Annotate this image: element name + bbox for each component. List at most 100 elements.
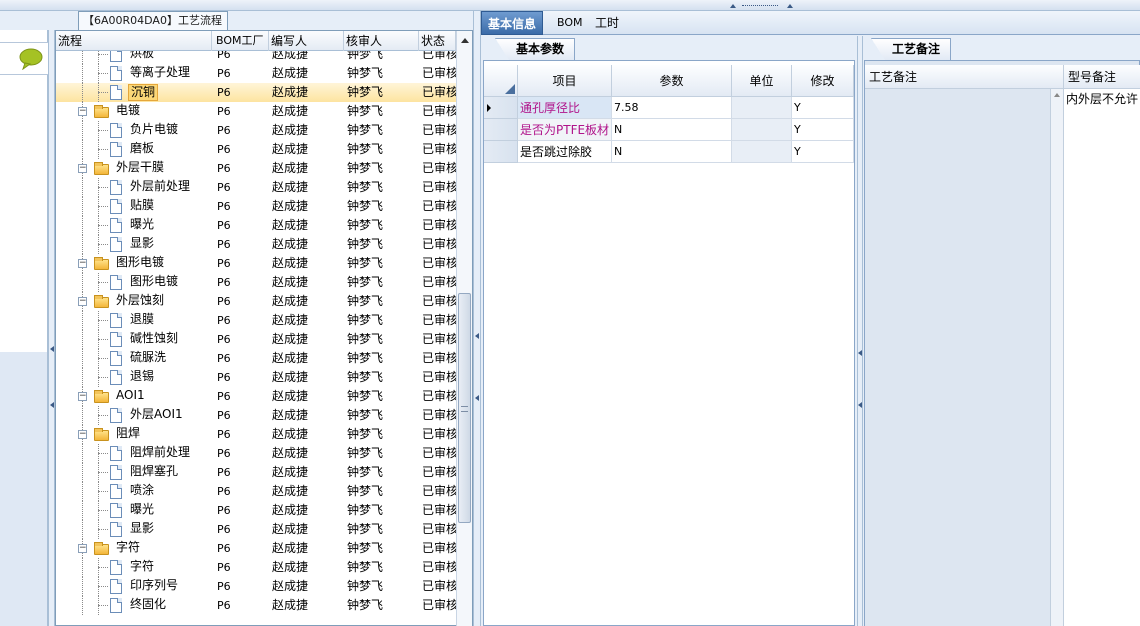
collapse-node-icon[interactable]: − bbox=[78, 430, 87, 439]
collapse-left-icon[interactable] bbox=[50, 346, 54, 352]
tree-step-row[interactable]: 曝光 P6 赵成捷 钟梦飞 已审核 bbox=[56, 216, 456, 235]
col-header-status[interactable]: 状态 bbox=[419, 31, 456, 51]
collapse-left-icon-2[interactable] bbox=[50, 402, 54, 408]
tree-step-row[interactable]: 显影 P6 赵成捷 钟梦飞 已审核 bbox=[56, 235, 456, 254]
tree-scrollbar[interactable] bbox=[456, 31, 472, 626]
tree-folder-row[interactable]: − 阻焊 P6 赵成捷 钟梦飞 已审核 bbox=[56, 425, 456, 444]
tree-step-row[interactable]: 硫脲洗 P6 赵成捷 钟梦飞 已审核 bbox=[56, 349, 456, 368]
param-modify-cell[interactable]: Y bbox=[792, 119, 854, 141]
status-cell: 已审核 bbox=[422, 142, 456, 156]
tree-step-row[interactable]: 磨板 P6 赵成捷 钟梦飞 已审核 bbox=[56, 140, 456, 159]
param-unit-cell[interactable] bbox=[732, 97, 792, 119]
col-header-process-note[interactable]: 工艺备注 bbox=[865, 65, 1064, 89]
left-splitter[interactable] bbox=[48, 30, 55, 626]
tree-step-row[interactable]: 阻焊塞孔 P6 赵成捷 钟梦飞 已审核 bbox=[56, 463, 456, 482]
row-selector[interactable] bbox=[484, 141, 518, 163]
col-header-item[interactable]: 项目 bbox=[518, 65, 612, 97]
tree-step-row[interactable]: 阻焊前处理 P6 赵成捷 钟梦飞 已审核 bbox=[56, 444, 456, 463]
document-icon bbox=[110, 237, 122, 252]
tree-step-row[interactable]: 烘板 P6 赵成捷 钟梦飞 已审核 bbox=[56, 51, 456, 64]
process-tree-title[interactable]: 【6A00R04DA0】工艺流程 bbox=[78, 11, 228, 30]
writer-cell: 赵成捷 bbox=[272, 465, 309, 479]
tree-step-row[interactable]: 退锡 P6 赵成捷 钟梦飞 已审核 bbox=[56, 368, 456, 387]
param-value-cell[interactable]: 7.58 bbox=[612, 97, 732, 119]
tree-step-row[interactable]: 沉铜 P6 赵成捷 钟梦飞 已审核 bbox=[56, 83, 456, 102]
tree-folder-row[interactable]: − 图形电镀 P6 赵成捷 钟梦飞 已审核 bbox=[56, 254, 456, 273]
scroll-thumb[interactable] bbox=[458, 293, 471, 523]
col-header-bom-factory[interactable]: BOM工厂 bbox=[214, 31, 269, 51]
tree-node-label: 退锡 bbox=[130, 369, 155, 383]
col-header-param[interactable]: 参数 bbox=[612, 65, 732, 97]
param-value-cell[interactable]: N bbox=[612, 141, 732, 163]
status-cell: 已审核 bbox=[422, 199, 456, 213]
collapse-tree-icon-2[interactable] bbox=[475, 395, 479, 401]
status-cell: 已审核 bbox=[422, 446, 456, 460]
param-unit-cell[interactable] bbox=[732, 119, 792, 141]
param-row[interactable]: 是否为PTFE板材 N Y bbox=[484, 119, 854, 141]
col-header-reviewer[interactable]: 核审人 bbox=[344, 31, 419, 51]
collapse-up-icon[interactable] bbox=[730, 4, 736, 8]
collapse-node-icon[interactable]: − bbox=[78, 392, 87, 401]
tree-folder-row[interactable]: − 字符 P6 赵成捷 钟梦飞 已审核 bbox=[56, 539, 456, 558]
tree-step-row[interactable]: 外层AOI1 P6 赵成捷 钟梦飞 已审核 bbox=[56, 406, 456, 425]
param-item-cell[interactable]: 是否为PTFE板材 bbox=[518, 119, 612, 141]
top-splitter[interactable] bbox=[0, 0, 1140, 11]
document-icon bbox=[110, 123, 122, 138]
note-scrollbar[interactable] bbox=[1051, 89, 1064, 626]
collapse-node-icon[interactable]: − bbox=[78, 259, 87, 268]
collapse-params-icon-2[interactable] bbox=[858, 402, 862, 408]
tree-folder-row[interactable]: − 外层干膜 P6 赵成捷 钟梦飞 已审核 bbox=[56, 159, 456, 178]
status-cell: 已审核 bbox=[422, 579, 456, 593]
tree-step-row[interactable]: 印序列号 P6 赵成捷 钟梦飞 已审核 bbox=[56, 577, 456, 596]
collapse-up-icon-right[interactable] bbox=[787, 4, 793, 8]
row-selector[interactable] bbox=[484, 119, 518, 141]
collapse-tree-icon[interactable] bbox=[475, 333, 479, 339]
tree-step-row[interactable]: 碱性蚀刻 P6 赵成捷 钟梦飞 已审核 bbox=[56, 330, 456, 349]
process-note-cell[interactable] bbox=[865, 89, 1051, 626]
collapse-node-icon[interactable]: − bbox=[78, 544, 87, 553]
col-header-writer[interactable]: 编写人 bbox=[269, 31, 344, 51]
tree-step-row[interactable]: 显影 P6 赵成捷 钟梦飞 已审核 bbox=[56, 520, 456, 539]
col-header-process[interactable]: 流程 bbox=[56, 31, 212, 51]
param-modify-cell[interactable]: Y bbox=[792, 141, 854, 163]
tree-step-row[interactable]: 字符 P6 赵成捷 钟梦飞 已审核 bbox=[56, 558, 456, 577]
tree-folder-row[interactable]: − 电镀 P6 赵成捷 钟梦飞 已审核 bbox=[56, 102, 456, 121]
col-header-unit[interactable]: 单位 bbox=[732, 65, 792, 97]
tab-bom[interactable]: BOM bbox=[551, 11, 589, 35]
tab-process-notes[interactable]: 工艺备注 bbox=[871, 38, 952, 60]
col-header-modify[interactable]: 修改 bbox=[792, 65, 854, 97]
tab-work-hours[interactable]: 工时 bbox=[589, 11, 625, 35]
param-modify-cell[interactable]: Y bbox=[792, 97, 854, 119]
collapse-node-icon[interactable]: − bbox=[78, 297, 87, 306]
param-item-cell[interactable]: 是否跳过除胶 bbox=[518, 141, 612, 163]
tree-step-row[interactable]: 喷涂 P6 赵成捷 钟梦飞 已审核 bbox=[56, 482, 456, 501]
param-row[interactable]: 通孔厚径比 7.58 Y bbox=[484, 97, 854, 119]
tree-step-row[interactable]: 图形电镀 P6 赵成捷 钟梦飞 已审核 bbox=[56, 273, 456, 292]
grid-corner[interactable] bbox=[484, 65, 518, 97]
middle-splitter[interactable] bbox=[473, 11, 481, 626]
param-row[interactable]: 是否跳过除胶 N Y bbox=[484, 141, 854, 163]
col-header-model-note[interactable]: 型号备注 bbox=[1064, 65, 1140, 89]
scroll-up-button[interactable] bbox=[457, 33, 472, 47]
tree-step-row[interactable]: 外层前处理 P6 赵成捷 钟梦飞 已审核 bbox=[56, 178, 456, 197]
tree-step-row[interactable]: 负片电镀 P6 赵成捷 钟梦飞 已审核 bbox=[56, 121, 456, 140]
tab-basic-params[interactable]: 基本参数 bbox=[495, 38, 576, 60]
tree-step-row[interactable]: 退膜 P6 赵成捷 钟梦飞 已审核 bbox=[56, 311, 456, 330]
model-note-cell[interactable]: 内外层不允许 bbox=[1064, 89, 1140, 626]
writer-cell: 赵成捷 bbox=[272, 142, 309, 156]
collapse-params-icon[interactable] bbox=[858, 350, 862, 356]
param-unit-cell[interactable] bbox=[732, 141, 792, 163]
chat-bubble-icon[interactable] bbox=[18, 48, 44, 70]
tab-basic-info[interactable]: 基本信息 bbox=[481, 11, 544, 35]
tree-step-row[interactable]: 等离子处理 P6 赵成捷 钟梦飞 已审核 bbox=[56, 64, 456, 83]
tree-step-row[interactable]: 曝光 P6 赵成捷 钟梦飞 已审核 bbox=[56, 501, 456, 520]
tree-step-row[interactable]: 贴膜 P6 赵成捷 钟梦飞 已审核 bbox=[56, 197, 456, 216]
row-selector[interactable] bbox=[484, 97, 518, 119]
param-value-cell[interactable]: N bbox=[612, 119, 732, 141]
tree-folder-row[interactable]: − AOI1 P6 赵成捷 钟梦飞 已审核 bbox=[56, 387, 456, 406]
collapse-node-icon[interactable]: − bbox=[78, 164, 87, 173]
tree-step-row[interactable]: 终固化 P6 赵成捷 钟梦飞 已审核 bbox=[56, 596, 456, 615]
tree-folder-row[interactable]: − 外层蚀刻 P6 赵成捷 钟梦飞 已审核 bbox=[56, 292, 456, 311]
param-item-cell[interactable]: 通孔厚径比 bbox=[518, 97, 612, 119]
collapse-node-icon[interactable]: − bbox=[78, 107, 87, 116]
